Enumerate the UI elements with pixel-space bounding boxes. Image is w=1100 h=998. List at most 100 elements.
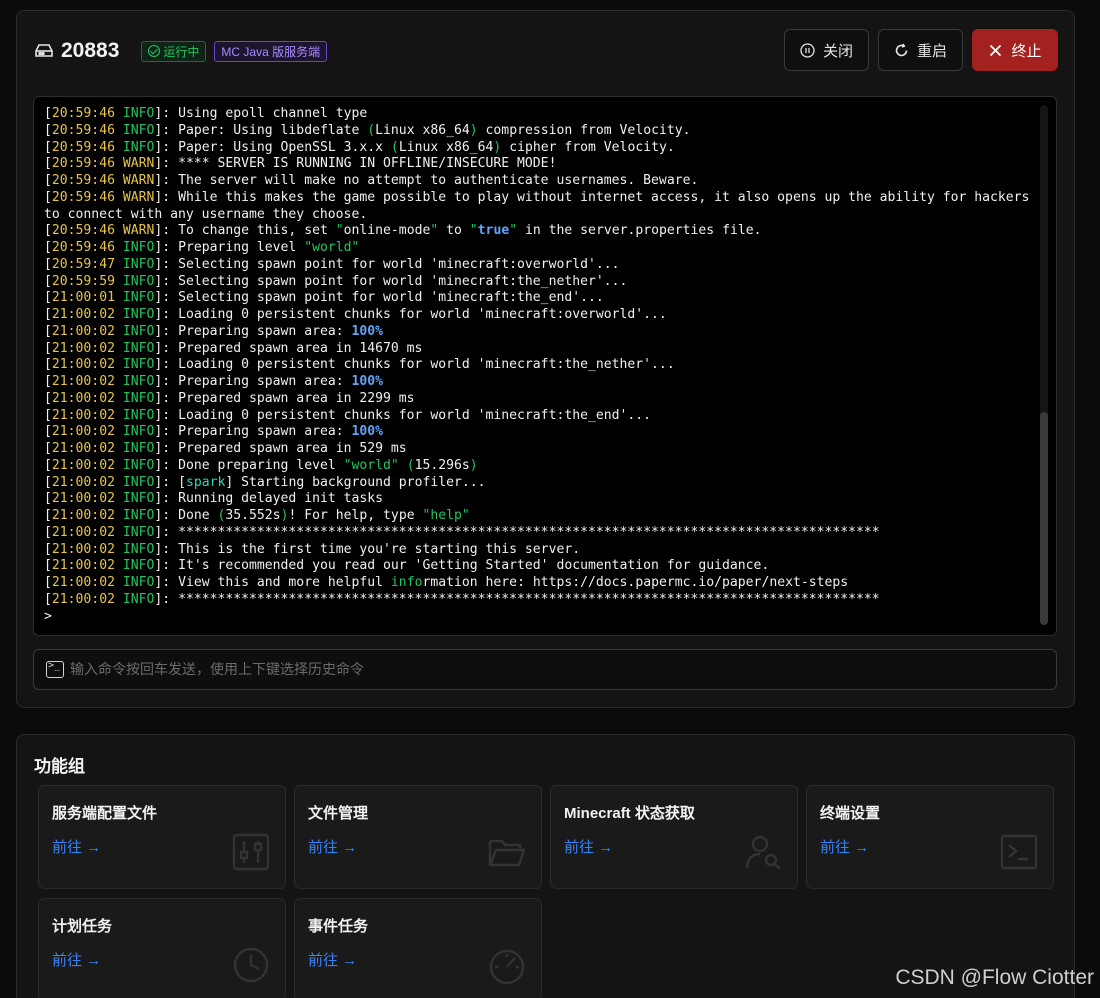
bracket: [ — [44, 273, 52, 289]
console-line: [21:00:02 INFO]: This is the first time … — [44, 542, 1038, 559]
console-line: [20:59:46 WARN]: The server will make no… — [44, 173, 1038, 190]
bracket: ]: — [154, 139, 179, 155]
console-scrollbar[interactable] — [1040, 105, 1048, 625]
card-go-link[interactable]: 前往 → — [564, 836, 613, 857]
card-event-tasks[interactable]: 事件任务 前往 → — [294, 898, 542, 998]
log-message: " — [335, 223, 344, 239]
console-output[interactable]: [20:59:46 INFO]: Using epoll channel typ… — [33, 96, 1057, 636]
bracket: [ — [44, 524, 52, 540]
console-line: [21:00:02 INFO]: Prepared spawn area in … — [44, 441, 1038, 458]
log-message: 15.296s — [414, 457, 470, 473]
log-level: INFO — [122, 307, 155, 322]
log-level: INFO — [122, 424, 155, 440]
restart-button[interactable]: 重启 — [878, 29, 963, 71]
bracket: [ — [44, 106, 52, 121]
console-line: [21:00:02 INFO]: Running delayed init ta… — [44, 491, 1038, 508]
log-message: While this makes the game possible to pl… — [44, 189, 1038, 222]
log-message: This is the first time you're starting t… — [178, 541, 581, 557]
bracket: ]: — [154, 106, 179, 121]
log-message: in the server.properties file. — [517, 223, 762, 239]
card-server-config[interactable]: 服务端配置文件 前往 → — [38, 785, 286, 889]
bracket: ]: — [154, 290, 179, 306]
log-message: Loading 0 persistent chunks for world 'm… — [178, 407, 652, 423]
log-message: 100% — [351, 424, 384, 440]
card-file-management[interactable]: 文件管理 前往 → — [294, 785, 542, 889]
terminal-icon — [999, 832, 1039, 872]
card-title: 事件任务 — [308, 918, 369, 935]
log-timestamp: 21:00:02 — [51, 441, 115, 456]
log-timestamp: 21:00:02 — [51, 524, 115, 540]
card-scheduled-tasks[interactable]: 计划任务 前往 → — [38, 898, 286, 998]
card-minecraft-status[interactable]: Minecraft 状态获取 前往 → — [550, 785, 798, 889]
log-timestamp: 21:00:02 — [51, 491, 115, 507]
card-go-link[interactable]: 前往 → — [308, 836, 357, 857]
server-id: 20883 — [61, 39, 120, 62]
card-terminal-settings[interactable]: 终端设置 前往 → — [806, 785, 1054, 889]
log-level: INFO — [122, 340, 155, 356]
console-line: [21:00:02 INFO]: ***********************… — [44, 592, 1038, 609]
bracket: ]: — [154, 223, 179, 239]
log-level: INFO — [122, 524, 155, 540]
log-timestamp: 20:59:46 — [51, 139, 115, 155]
log-timestamp: 20:59:46 — [51, 106, 115, 121]
log-timestamp: 20:59:46 — [51, 189, 115, 205]
log-message: 100% — [351, 374, 384, 389]
function-group-panel: 功能组 服务端配置文件 前往 → 文件管理 前往 → Minecraft 状态获… — [16, 734, 1075, 998]
bracket: ]: — [154, 441, 179, 456]
log-timestamp: 21:00:02 — [51, 558, 115, 574]
clock-icon — [231, 945, 271, 985]
log-level: WARN — [122, 156, 155, 172]
user-search-icon — [743, 832, 783, 872]
folder-icon — [487, 832, 527, 872]
log-message: Done preparing level — [178, 457, 344, 473]
log-message: ! For help, type — [288, 508, 423, 523]
log-timestamp: 20:59:47 — [51, 256, 115, 272]
bracket: [ — [44, 139, 52, 155]
log-message: Selecting spawn point for world 'minecra… — [178, 273, 628, 289]
log-message: Linux x86_64 — [375, 122, 470, 138]
close-button[interactable]: 关闭 — [784, 29, 869, 71]
log-level: WARN — [122, 173, 155, 188]
card-go-link[interactable]: 前往 → — [820, 836, 869, 857]
log-timestamp: 21:00:02 — [51, 340, 115, 356]
console-line: [21:00:02 INFO]: Preparing spawn area: 1… — [44, 374, 1038, 391]
log-message: Prepared spawn area in 2299 ms — [178, 390, 415, 406]
bracket: [ — [44, 223, 52, 239]
bracket: ]: — [154, 457, 179, 473]
card-go-link[interactable]: 前往 → — [52, 949, 101, 970]
server-type-badge: MC Java 版服务端 — [214, 40, 328, 62]
console-scrollbar-thumb[interactable] — [1040, 412, 1048, 625]
bracket: ]: — [154, 374, 179, 389]
console-line: [21:00:02 INFO]: It's recommended you re… — [44, 558, 1038, 575]
card-go-link[interactable]: 前往 → — [52, 836, 101, 857]
command-input[interactable] — [70, 661, 1056, 678]
log-timestamp: 20:59:46 — [51, 173, 115, 188]
log-level: INFO — [122, 273, 155, 289]
stop-button[interactable]: 终止 — [972, 29, 1058, 71]
log-level: INFO — [122, 374, 155, 389]
bracket: ]: — [154, 491, 179, 507]
log-timestamp: 21:00:02 — [51, 323, 115, 339]
command-input-box[interactable] — [33, 649, 1057, 690]
console-line: [21:00:02 INFO]: Loading 0 persistent ch… — [44, 408, 1038, 425]
card-go-link[interactable]: 前往 → — [308, 949, 357, 970]
console-line: [21:00:02 INFO]: Preparing spawn area: 1… — [44, 324, 1038, 341]
card-title: 计划任务 — [52, 918, 113, 935]
bracket: [ — [44, 575, 52, 590]
log-message: 35.552s — [225, 508, 281, 523]
bracket: ]: — [154, 323, 179, 339]
console-line: [21:00:02 INFO]: Prepared spawn area in … — [44, 391, 1038, 408]
log-level: INFO — [122, 407, 155, 423]
log-level: INFO — [122, 591, 155, 607]
restart-button-label: 重启 — [916, 42, 947, 60]
check-circle-icon — [148, 45, 161, 57]
console-line: [20:59:46 INFO]: Preparing level "world" — [44, 240, 1038, 257]
status-badge-label: 运行中 — [163, 44, 200, 59]
bracket: [ — [44, 508, 52, 523]
